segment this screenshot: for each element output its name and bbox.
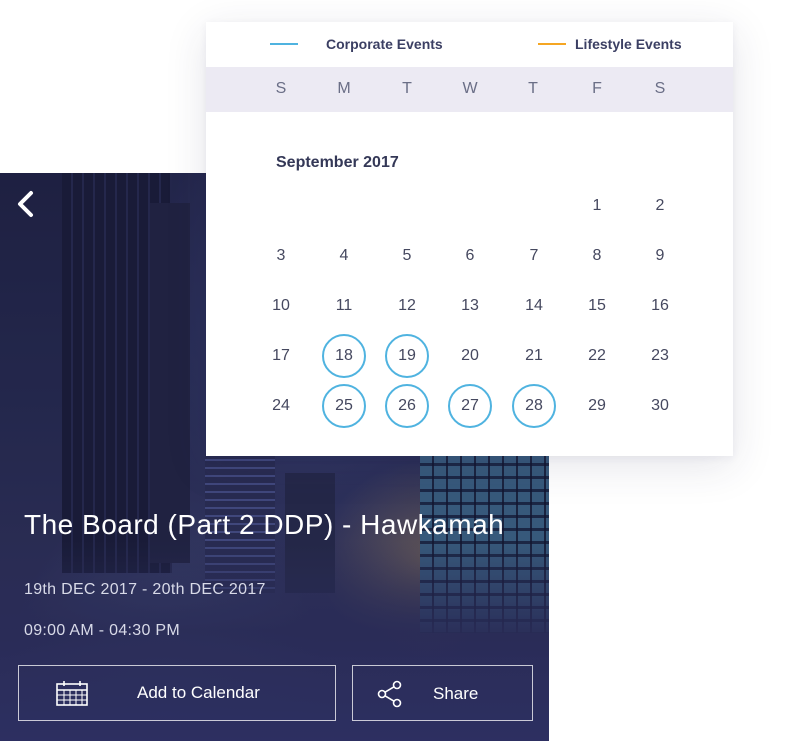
month-title: September 2017 (276, 154, 399, 171)
calendar-day-10[interactable]: 10 (259, 284, 303, 328)
event-dates: 19th DEC 2017 - 20th DEC 2017 (24, 581, 266, 598)
calendar-day-30[interactable]: 30 (638, 384, 682, 428)
calendar-day-7[interactable]: 7 (512, 234, 556, 278)
legend-line-lifestyle (538, 43, 566, 45)
calendar-day-18[interactable]: 18 (322, 334, 366, 378)
calendar-day-16[interactable]: 16 (638, 284, 682, 328)
calendar-day-9[interactable]: 9 (638, 234, 682, 278)
calendar-day-5[interactable]: 5 (385, 234, 429, 278)
calendar-day-17[interactable]: 17 (259, 334, 303, 378)
calendar-day-25[interactable]: 25 (322, 384, 366, 428)
calendar-icon (55, 681, 89, 712)
calendar-day-8[interactable]: 8 (575, 234, 619, 278)
legend-label: Corporate Events (326, 36, 443, 52)
calendar-panel: Corporate Events Lifestyle Events S M T … (206, 22, 733, 456)
calendar-day-22[interactable]: 22 (575, 334, 619, 378)
event-title: The Board (Part 2 DDP) - Hawkamah (24, 509, 505, 540)
calendar-day-21[interactable]: 21 (512, 334, 556, 378)
weekday-header: S M T W T F S (206, 67, 733, 112)
legend-lifestyle-events: Lifestyle Events (538, 36, 682, 52)
calendar-day-11[interactable]: 11 (322, 284, 366, 328)
calendar-day-4[interactable]: 4 (322, 234, 366, 278)
calendar-day-13[interactable]: 13 (448, 284, 492, 328)
calendar-day-27[interactable]: 27 (448, 384, 492, 428)
legend-line-corporate (270, 43, 298, 45)
calendar-day-28[interactable]: 28 (512, 384, 556, 428)
calendar-day-19[interactable]: 19 (385, 334, 429, 378)
weekday-label: S (275, 80, 287, 97)
calendar-day-14[interactable]: 14 (512, 284, 556, 328)
event-time: 09:00 AM - 04:30 PM (24, 622, 181, 639)
legend-label: Lifestyle Events (575, 36, 682, 52)
legend-corporate-events: Corporate Events (270, 36, 443, 52)
weekday-label: F (592, 80, 602, 97)
weekday-label: M (337, 80, 351, 97)
weekday-label: T (528, 80, 538, 97)
calendar-day-3[interactable]: 3 (259, 234, 303, 278)
calendar-day-29[interactable]: 29 (575, 384, 619, 428)
share-label: Share (433, 684, 479, 703)
calendar-day-24[interactable]: 24 (259, 384, 303, 428)
back-button[interactable] (14, 189, 42, 223)
calendar-day-23[interactable]: 23 (638, 334, 682, 378)
calendar-day-12[interactable]: 12 (385, 284, 429, 328)
weekday-label: W (462, 80, 478, 97)
chevron-left-icon (18, 191, 33, 217)
weekday-label: T (402, 80, 412, 97)
calendar-day-26[interactable]: 26 (385, 384, 429, 428)
add-to-calendar-label: Add to Calendar (137, 683, 260, 702)
calendar-day-2[interactable]: 2 (638, 184, 682, 228)
calendar-day-20[interactable]: 20 (448, 334, 492, 378)
share-icon (377, 680, 403, 713)
calendar-day-15[interactable]: 15 (575, 284, 619, 328)
weekday-label: S (654, 80, 666, 97)
calendar-day-1[interactable]: 1 (575, 184, 619, 228)
add-to-calendar-button[interactable]: Add to Calendar (18, 665, 336, 721)
calendar-day-6[interactable]: 6 (448, 234, 492, 278)
calendar-legend: Corporate Events Lifestyle Events (206, 22, 733, 66)
share-button[interactable]: Share (352, 665, 533, 721)
